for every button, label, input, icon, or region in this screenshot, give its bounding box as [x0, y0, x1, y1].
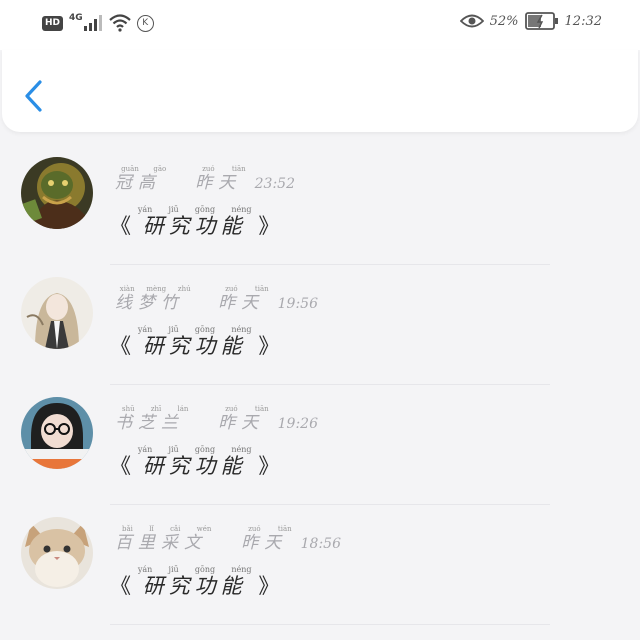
network-type: 4G: [69, 13, 83, 23]
avatar: [21, 157, 93, 229]
message-meta: 冠高 guān gāo 昨天 zuó tiān 23:52: [115, 165, 295, 193]
message-day: 昨天 zuó tiān: [218, 405, 276, 433]
message-time: 19:26: [277, 416, 318, 432]
status-right: 52% 12:32: [459, 12, 602, 30]
wifi-icon: [108, 14, 131, 32]
status-left: HD 4G K: [42, 13, 154, 32]
battery-icon: [524, 12, 558, 30]
message-day: 昨天 zuó tiān: [195, 165, 253, 193]
message-meta: 书芝兰 shū zhī lán 昨天 zuó tiān 19:26: [115, 405, 318, 433]
message-time: 19:56: [277, 296, 318, 312]
list-item[interactable]: 冠高 guān gāo 昨天 zuó tiān 23:52 《 研究功能 yán…: [0, 145, 640, 265]
sender-name: 书芝兰 shū zhī lán: [115, 405, 196, 433]
divider: [110, 624, 550, 625]
sender-name: 冠高 guān gāo: [115, 165, 173, 193]
avatar: [21, 517, 93, 589]
list-item[interactable]: 百里采文 bǎi lǐ cǎi wén 昨天 zuó tiān 18:56 《 …: [0, 505, 640, 625]
message-text: 《 研究功能 yán jiū gōng néng 》: [110, 205, 280, 238]
clock: 12:32: [564, 13, 602, 29]
message-time: 18:56: [300, 536, 341, 552]
signal-icon: [83, 15, 102, 31]
message-time: 23:52: [254, 176, 295, 192]
sender-name: 线梦竹 xiàn mèng zhú: [115, 285, 196, 313]
message-list: 冠高 guān gāo 昨天 zuó tiān 23:52 《 研究功能 yán…: [0, 145, 640, 625]
hd-badge: HD: [42, 15, 64, 31]
k-icon: K: [136, 14, 154, 32]
message-text: 《 研究功能 yán jiū gōng néng 》: [110, 445, 280, 478]
message-meta: 线梦竹 xiàn mèng zhú 昨天 zuó tiān 19:56: [115, 285, 318, 313]
sender-name: 百里采文 bǎi lǐ cǎi wén: [115, 525, 219, 553]
message-day: 昨天 zuó tiān: [241, 525, 299, 553]
message-meta: 百里采文 bǎi lǐ cǎi wén 昨天 zuó tiān 18:56: [115, 525, 341, 553]
header-bar: [2, 50, 638, 132]
avatar: [21, 397, 93, 469]
avatar: [21, 277, 93, 349]
list-item[interactable]: 书芝兰 shū zhī lán 昨天 zuó tiān 19:26 《 研究功能…: [0, 385, 640, 505]
eye-icon: [459, 14, 484, 28]
status-bar: HD 4G K 52% 12:32: [0, 0, 640, 50]
message-day: 昨天 zuó tiān: [218, 285, 276, 313]
battery-percent: 52%: [489, 13, 519, 29]
list-item[interactable]: 线梦竹 xiàn mèng zhú 昨天 zuó tiān 19:56 《 研究…: [0, 265, 640, 385]
message-text: 《 研究功能 yán jiū gōng néng 》: [110, 325, 280, 358]
message-text: 《 研究功能 yán jiū gōng néng 》: [110, 565, 280, 598]
chevron-left-icon[interactable]: [20, 78, 50, 114]
